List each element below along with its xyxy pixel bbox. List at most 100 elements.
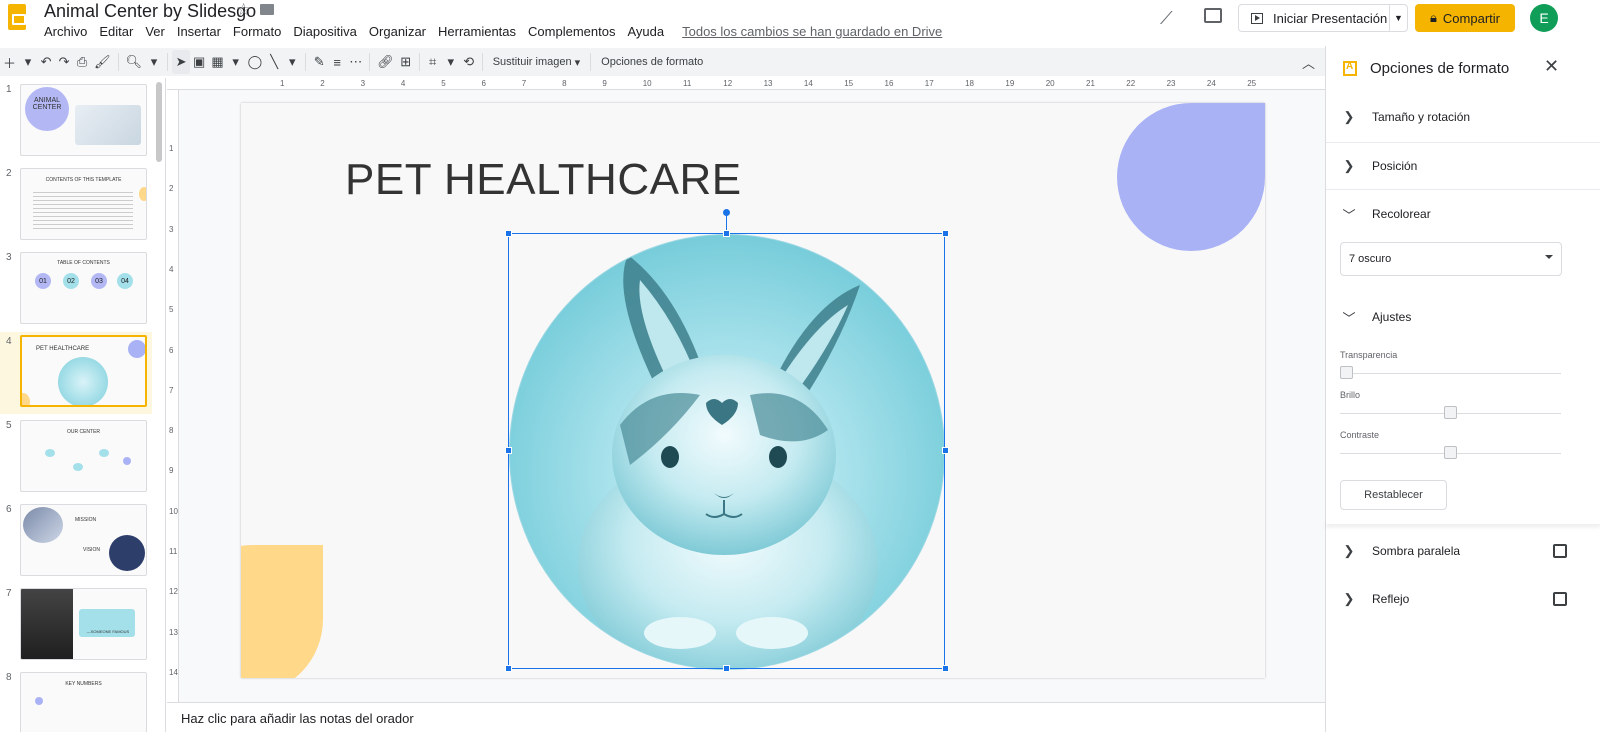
add-comment-icon[interactable]: ⊞ — [397, 50, 415, 74]
ruler-tick-label: 9 — [169, 466, 174, 476]
lavender-petal-shape[interactable] — [1117, 103, 1265, 251]
crop-icon[interactable]: ⌗ — [424, 50, 442, 74]
menu-herramientas[interactable]: Herramientas — [438, 24, 516, 39]
slide-canvas[interactable]: PET HEALTHCARE — [241, 103, 1265, 678]
section-size-rotation[interactable]: ❯ Tamaño y rotación — [1326, 94, 1600, 140]
resize-handle-bottom-right[interactable] — [942, 665, 949, 672]
text-box-icon[interactable]: ▣ — [190, 50, 208, 74]
border-dash-icon[interactable]: ⋯ — [346, 50, 365, 74]
resize-handle-top[interactable] — [723, 230, 730, 237]
print-icon[interactable]: ⎙ — [73, 50, 91, 74]
resize-handle-right[interactable] — [942, 447, 949, 454]
activity-trend-icon[interactable]: ⟋ — [1160, 8, 1173, 29]
line-chevron-down-icon[interactable]: ▾ — [283, 50, 301, 74]
slide-thumbnail-4[interactable]: PET HEALTHCARE — [20, 335, 147, 407]
filmstrip-scrollbar[interactable] — [156, 82, 162, 162]
resize-handle-left[interactable] — [505, 447, 512, 454]
format-options-button[interactable]: Opciones de formato — [595, 50, 709, 74]
horizontal-ruler[interactable]: 1 2 3 4 5 6 7 8 9 10 11 12 13 14 15 16 17 18 19 20 21 22 23 24 2… — [167, 78, 1325, 90]
brightness-slider-thumb[interactable] — [1444, 406, 1457, 419]
image-chevron-down-icon[interactable]: ▾ — [227, 50, 245, 74]
slide-thumbnail-2[interactable]: CONTENTS OF THIS TEMPLATE — [20, 168, 147, 240]
section-label: Ajustes — [1372, 310, 1412, 324]
star-icon[interactable]: ☆ — [236, 0, 251, 20]
thumb-dog-photo — [21, 589, 73, 659]
comments-icon[interactable] — [1204, 8, 1222, 23]
new-slide-plus-icon[interactable]: ＋ — [0, 50, 19, 74]
recolor-dropdown[interactable]: 7 oscuro — [1340, 242, 1562, 276]
redo-icon[interactable]: ↷ — [55, 50, 73, 74]
contrast-label: Contraste — [1340, 430, 1380, 440]
section-adjustments[interactable]: ﹀ Ajustes — [1326, 294, 1600, 340]
saved-status-link[interactable]: Todos los cambios se han guardado en Dri… — [682, 24, 942, 39]
slide-filmstrip: 1 ANIMAL CENTER 2 CONTENTS OF THIS TEMPL… — [0, 78, 166, 732]
present-button[interactable]: Iniciar Presentación ▼ — [1238, 4, 1408, 32]
menu-archivo[interactable]: Archivo — [44, 24, 87, 39]
menu-insertar[interactable]: Insertar — [177, 24, 221, 39]
section-drop-shadow[interactable]: ❯ Sombra paralela — [1326, 528, 1600, 574]
zoom-icon[interactable]: 🔍︎ — [123, 50, 146, 74]
speaker-notes-placeholder[interactable]: Haz clic para añadir las notas del orado… — [181, 711, 414, 726]
menu-editar[interactable]: Editar — [99, 24, 133, 39]
image-icon[interactable]: ▦ — [208, 50, 226, 74]
slide-thumbnail-7[interactable]: —SOMEONE FAMOUS — [20, 588, 147, 660]
thumb-marker — [123, 457, 131, 465]
transparency-slider-track[interactable] — [1340, 373, 1561, 374]
border-color-pen-icon[interactable]: ✎ — [310, 50, 328, 74]
zoom-chevron-down-icon[interactable]: ▾ — [145, 50, 163, 74]
slides-logo-icon[interactable] — [8, 4, 26, 30]
line-icon[interactable]: ╲ — [265, 50, 283, 74]
speaker-notes[interactable]: Haz clic para añadir las notas del orado… — [167, 702, 1325, 732]
resize-handle-top-right[interactable] — [942, 230, 949, 237]
crop-chevron-down-icon[interactable]: ▾ — [442, 50, 460, 74]
transparency-slider-thumb[interactable] — [1340, 366, 1353, 379]
select-cursor-icon[interactable]: ➤ — [172, 50, 191, 74]
yellow-petal-shape[interactable] — [241, 545, 323, 678]
resize-handle-top-left[interactable] — [505, 230, 512, 237]
slide-title[interactable]: PET HEALTHCARE — [345, 155, 742, 205]
new-slide-chevron-down-icon[interactable]: ▾ — [19, 50, 37, 74]
slide-thumbnail-5[interactable]: OUR CENTER — [20, 420, 147, 492]
slide-thumbnail-3[interactable]: TABLE OF CONTENTS 01 02 03 04 — [20, 252, 147, 324]
collapse-toolbar-chevron-up-icon[interactable]: ︿ — [1299, 50, 1318, 74]
present-options-chevron-down-icon[interactable]: ▼ — [1389, 5, 1407, 31]
resize-handle-bottom-left[interactable] — [505, 665, 512, 672]
image-selection-box — [508, 233, 945, 669]
slide-thumbnail-1[interactable]: ANIMAL CENTER — [20, 84, 147, 156]
menu-ayuda[interactable]: Ayuda — [627, 24, 664, 39]
document-title[interactable]: Animal Center by Slidesgo — [44, 1, 256, 22]
thumb-item: 01 — [35, 273, 51, 289]
border-weight-icon[interactable]: ≡ — [328, 50, 346, 74]
resize-handle-bottom[interactable] — [723, 665, 730, 672]
close-icon[interactable]: ✕ — [1544, 56, 1559, 77]
menu-diapositiva[interactable]: Diapositiva — [293, 24, 357, 39]
paint-format-icon[interactable]: 🖌︎ — [91, 50, 114, 74]
section-position[interactable]: ❯ Posición — [1326, 143, 1600, 189]
dropdown-caret-icon — [1545, 255, 1553, 259]
reset-button[interactable]: Restablecer — [1340, 480, 1447, 510]
reflection-checkbox[interactable] — [1553, 592, 1567, 606]
rotation-handle[interactable] — [723, 209, 730, 216]
vertical-ruler[interactable]: 1 2 3 4 5 6 7 8 9 10 11 12 13 14 — [167, 90, 179, 702]
drop-shadow-checkbox[interactable] — [1553, 544, 1567, 558]
slide-canvas-area[interactable]: 1 2 3 4 5 6 7 8 9 10 11 12 13 14 15 16 17 18 19 20 21 22 23 24 2… — [167, 78, 1325, 702]
slide-thumbnail-6[interactable]: MISSION VISION — [20, 504, 147, 576]
account-avatar[interactable]: E — [1530, 4, 1558, 32]
contrast-slider-thumb[interactable] — [1444, 446, 1457, 459]
shape-icon[interactable]: ◯ — [245, 50, 266, 74]
menu-formato[interactable]: Formato — [233, 24, 281, 39]
section-reflection[interactable]: ❯ Reflejo — [1326, 576, 1600, 622]
section-recolor[interactable]: ﹀ Recolorear — [1326, 191, 1600, 237]
chevron-right-icon: ❯ — [1343, 543, 1355, 558]
folder-icon[interactable] — [260, 4, 274, 15]
slide-thumbnail-8[interactable]: KEY NUMBERS — [20, 672, 147, 732]
share-button[interactable]: 🔒︎ Compartir — [1415, 4, 1515, 32]
menu-organizar[interactable]: Organizar — [369, 24, 426, 39]
link-icon[interactable]: 🔗︎ — [374, 50, 397, 74]
undo-icon[interactable]: ↶ — [37, 50, 55, 74]
menu-complementos[interactable]: Complementos — [528, 24, 615, 39]
reset-image-icon[interactable]: ⟲ — [460, 50, 478, 74]
replace-image-button[interactable]: Sustituir imagen ▾ — [487, 50, 586, 74]
menu-ver[interactable]: Ver — [145, 24, 165, 39]
panel-title: Opciones de formato — [1370, 60, 1510, 77]
